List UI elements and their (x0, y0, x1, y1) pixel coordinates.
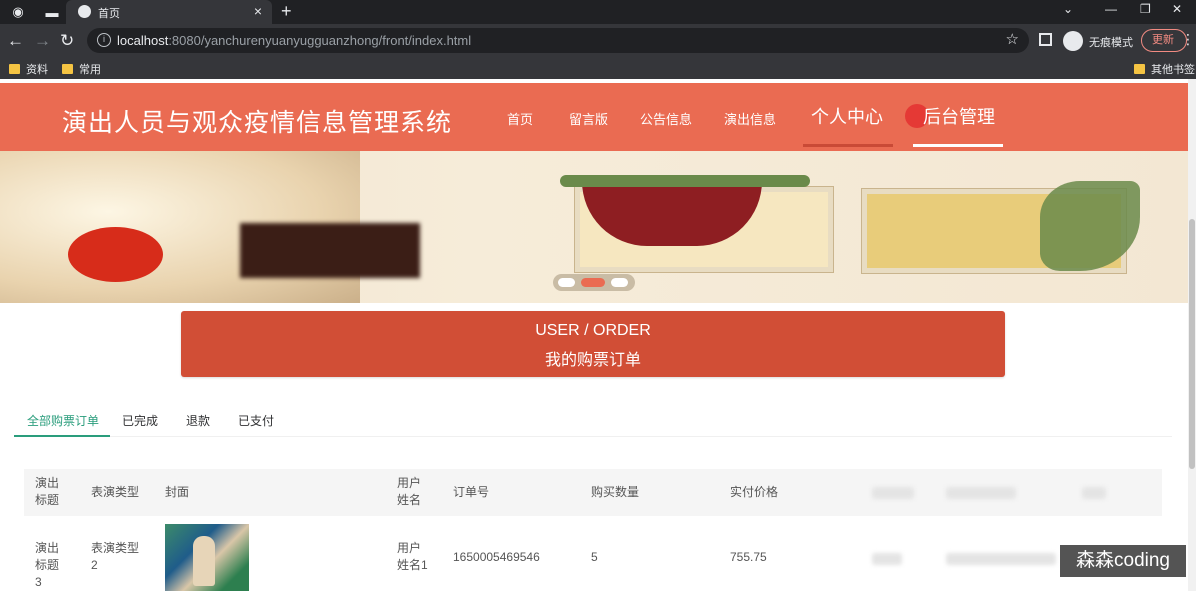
nav-announcements[interactable]: 公告信息 (640, 109, 692, 128)
watermark: 森森coding (1060, 545, 1186, 577)
scrollbar-thumb[interactable] (1189, 219, 1195, 469)
new-tab-icon[interactable]: + (281, 1, 292, 22)
section-title-en: USER / ORDER (535, 322, 651, 339)
window-icon[interactable]: ▬ (44, 4, 60, 20)
folder-icon (1134, 64, 1145, 74)
restore-icon[interactable]: ❐ (1140, 2, 1151, 16)
carousel-banner[interactable] (0, 151, 1188, 303)
nav-admin[interactable]: 后台管理 (923, 103, 995, 129)
blurred-cell (946, 553, 1056, 565)
blurred-header (946, 487, 1016, 499)
carousel-dot-active[interactable] (581, 278, 605, 287)
header-cover: 封面 (165, 485, 190, 499)
reload-icon[interactable]: ↻ (60, 31, 74, 51)
carousel-dot[interactable] (611, 278, 628, 287)
chevron-down-icon[interactable]: ⌄ (1063, 2, 1073, 16)
page-viewport: 演出人员与观众疫情信息管理系统 首页 留言版 公告信息 演出信息 个人中心 后台… (0, 79, 1196, 591)
tab-refund[interactable]: 退款 (186, 412, 210, 429)
minimize-icon[interactable]: — (1105, 2, 1117, 16)
nav-active-underline (803, 144, 893, 147)
site-header: 演出人员与观众疫情信息管理系统 首页 留言版 公告信息 演出信息 个人中心 后台… (0, 83, 1188, 151)
blurred-header (872, 487, 914, 499)
address-bar[interactable]: i localhost:8080/yanchurenyuanyugguanzho… (87, 28, 1029, 53)
close-icon[interactable]: × (254, 3, 262, 19)
active-tab-indicator (14, 435, 110, 437)
header-title: 演出标题 (35, 476, 60, 507)
incognito-label: 无痕模式 (1089, 37, 1133, 49)
url-text[interactable]: localhost:8080/yanchurenyuanyugguanzhong… (117, 33, 471, 48)
tab-completed[interactable]: 已完成 (122, 412, 158, 429)
cell-type: 表演类型2 (91, 541, 140, 572)
nav-hover-underline (913, 144, 1003, 147)
more-menu-icon[interactable]: ⋮ (1181, 31, 1195, 48)
header-user: 用户姓名 (397, 476, 422, 507)
globe-icon (78, 5, 91, 18)
nav-home[interactable]: 首页 (507, 109, 533, 128)
nav-personal-center[interactable]: 个人中心 (811, 103, 883, 129)
cell-user: 用户姓名1 (397, 541, 428, 572)
back-icon[interactable]: ← (7, 31, 24, 51)
section-title-banner: USER / ORDER 我的购票订单 (181, 311, 1005, 377)
cell-title: 演出标题3 (35, 541, 60, 589)
nav-performances[interactable]: 演出信息 (724, 109, 776, 128)
carousel-indicators (553, 274, 635, 291)
forward-icon[interactable]: → (34, 31, 51, 51)
section-title-cn: 我的购票订单 (544, 352, 641, 369)
other-bookmarks[interactable]: 其他书签 (1134, 61, 1195, 77)
cell-order-no: 1650005469546 (453, 550, 540, 564)
header-price: 实付价格 (730, 485, 779, 499)
address-toolbar: ← → ↻ i localhost:8080/yanchurenyuanyugg… (0, 24, 1196, 57)
page-scrollbar[interactable] (1188, 79, 1196, 591)
blurred-cell (872, 553, 902, 565)
info-icon[interactable]: i (97, 33, 111, 47)
table-header: 演出标题 表演类型 封面 用户姓名 订单号 购买数量 实付价格 (24, 469, 1162, 516)
tab-title: 首页 (98, 8, 120, 20)
blurred-header (1082, 487, 1106, 499)
folder-icon (62, 64, 73, 74)
nav-message-board[interactable]: 留言版 (569, 109, 608, 128)
carousel-dot[interactable] (558, 278, 575, 287)
globe-icon[interactable]: ◉ (10, 4, 26, 20)
bookmark-folder[interactable]: 资料 (9, 61, 48, 77)
star-icon[interactable]: ☆ (1006, 30, 1019, 48)
header-type: 表演类型 (91, 485, 140, 499)
incognito-icon (1063, 31, 1083, 51)
bookmark-folder[interactable]: 常用 (62, 61, 101, 77)
window-close-icon[interactable]: ✕ (1172, 2, 1182, 16)
cover-image (165, 524, 249, 591)
bookmarks-bar: 资料 常用 其他书签 (0, 57, 1196, 79)
orders-table: 演出标题 表演类型 封面 用户姓名 订单号 购买数量 实付价格 演出标题3 表演… (24, 469, 1162, 591)
side-panel-icon[interactable] (1039, 33, 1052, 46)
browser-tab-strip: ◉ ▬ 首页 × + ⌄ — ❐ ✕ (0, 0, 1196, 24)
cell-price: 755.75 (730, 550, 767, 564)
tab-all-orders[interactable]: 全部购票订单 (27, 412, 99, 429)
site-title: 演出人员与观众疫情信息管理系统 (62, 109, 453, 137)
header-quantity: 购买数量 (591, 485, 640, 499)
order-tabs: 全部购票订单 已完成 退款 已支付 (14, 407, 1172, 437)
tab-paid[interactable]: 已支付 (238, 412, 274, 429)
folder-icon (9, 64, 20, 74)
rose-image (68, 227, 163, 282)
header-order-no: 订单号 (453, 485, 490, 499)
browser-tab[interactable]: 首页 × (66, 0, 272, 24)
cell-quantity: 5 (591, 550, 598, 564)
